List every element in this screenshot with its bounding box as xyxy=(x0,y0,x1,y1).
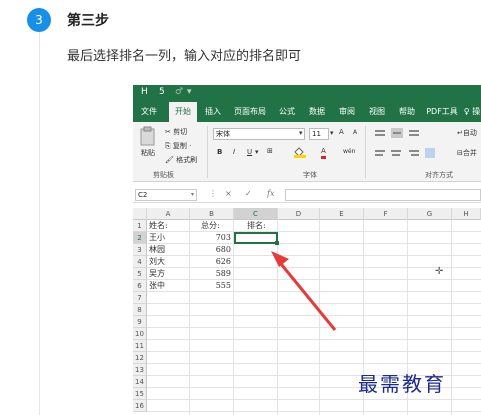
step-description: 最后选择排名一列，输入对应的排名即可 xyxy=(67,49,302,64)
step-number-badge: 3 xyxy=(27,8,51,32)
excel-screenshot: H 5 ♂ ▾ 文件 开始 插入 页面布局 公式 数据 审阅 视图 帮助 PDF… xyxy=(133,85,481,415)
watermark-text: 最需教育 xyxy=(358,372,446,396)
red-arrow-annotation xyxy=(271,251,337,331)
step-title: 第三步 xyxy=(67,13,109,29)
timeline-line xyxy=(39,30,40,415)
